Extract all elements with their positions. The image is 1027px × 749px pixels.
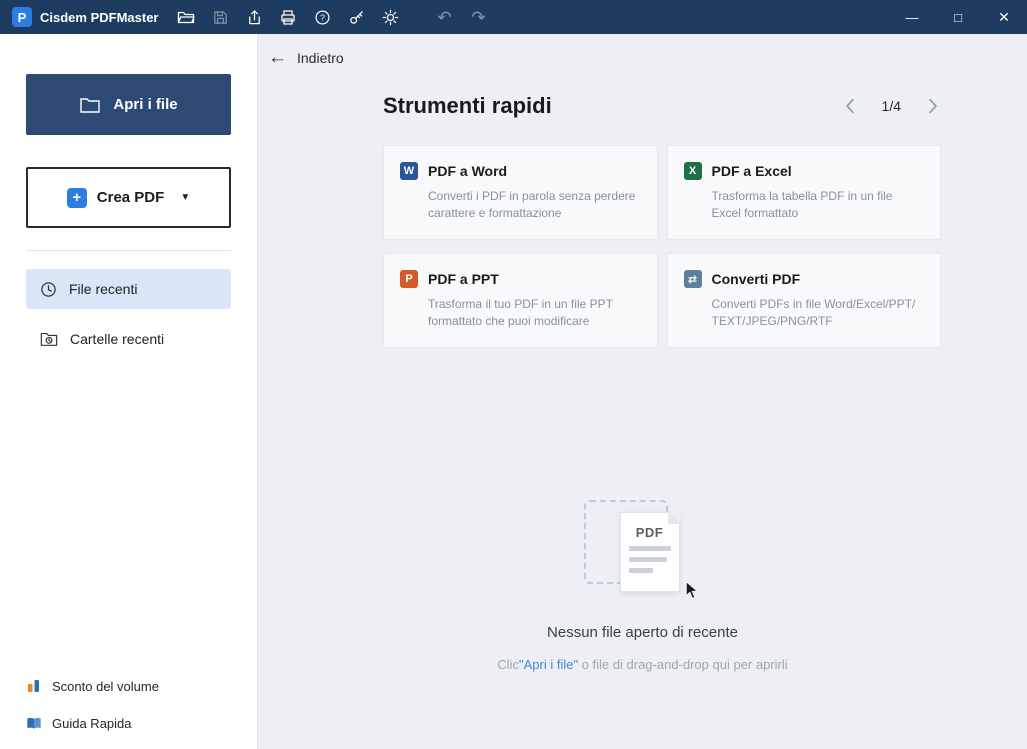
undo-icon[interactable]: ↶	[430, 3, 458, 31]
ppt-icon: P	[400, 270, 418, 288]
register-key-icon[interactable]	[342, 3, 370, 31]
empty-state-title: Nessun file aperto di recente	[547, 624, 738, 641]
card-title: PDF a Word	[428, 163, 507, 179]
window-controls: — □ ✕	[889, 0, 1027, 34]
folder-clock-icon	[40, 331, 58, 347]
back-button[interactable]: ← Indietro	[268, 48, 344, 67]
chevron-down-icon: ▼	[180, 192, 190, 203]
prev-page-button[interactable]	[842, 96, 858, 116]
page-fold	[668, 512, 680, 524]
open-files-label: Apri i file	[113, 96, 177, 113]
sidebar-item-label: File recenti	[69, 281, 137, 297]
subtitle-prefix: Clic	[497, 657, 519, 672]
pdf-document-icon: PDF	[620, 512, 680, 592]
open-file-icon[interactable]	[172, 3, 200, 31]
svg-text:?: ?	[320, 12, 325, 22]
settings-icon[interactable]	[376, 3, 404, 31]
open-files-inline-link[interactable]: "Apri i file"	[519, 657, 578, 672]
sidebar-item-recent-folders[interactable]: Cartelle recenti	[26, 319, 231, 359]
app-body: Apri i file + Crea PDF ▼ File recenti Ca…	[0, 34, 1027, 749]
sidebar: Apri i file + Crea PDF ▼ File recenti Ca…	[0, 34, 258, 749]
card-pdf-to-ppt[interactable]: P PDF a PPT Trasforma il tuo PDF in un f…	[383, 253, 658, 348]
close-button[interactable]: ✕	[981, 0, 1027, 34]
chevron-right-icon	[927, 98, 939, 114]
quick-guide-link[interactable]: Guida Rapida	[26, 716, 231, 731]
create-pdf-icon: +	[67, 188, 87, 208]
card-description: Trasforma il tuo PDF in un file PPT form…	[428, 296, 641, 331]
tool-cards: W PDF a Word Converti i PDF in parola se…	[383, 145, 941, 348]
chevron-left-icon	[844, 98, 856, 114]
app-logo-letter: P	[18, 10, 27, 25]
clock-icon	[40, 281, 57, 298]
create-pdf-button[interactable]: + Crea PDF ▼	[26, 167, 231, 228]
card-description: Converti i PDF in parola senza perdere c…	[428, 188, 641, 223]
empty-state-subtitle: Clic"Apri i file" o file di drag-and-dro…	[497, 657, 787, 672]
subtitle-suffix: o file di drag-and-drop qui per aprirli	[578, 657, 788, 672]
cursor-icon	[684, 582, 700, 600]
page-title: Strumenti rapidi	[383, 93, 552, 119]
app-title: Cisdem PDFMaster	[40, 10, 158, 25]
page-indicator: 1/4	[882, 98, 901, 114]
sidebar-footer: Sconto del volume Guida Rapida	[26, 678, 231, 731]
card-pdf-to-word[interactable]: W PDF a Word Converti i PDF in parola se…	[383, 145, 658, 240]
main-panel: ← Indietro Strumenti rapidi 1/4	[258, 34, 1027, 749]
card-description: Converti PDFs in file Word/Excel/PPT/ TE…	[712, 296, 925, 331]
volume-discount-icon	[26, 678, 42, 694]
card-title: Converti PDF	[712, 271, 801, 287]
volume-discount-link[interactable]: Sconto del volume	[26, 678, 231, 694]
help-icon[interactable]: ?	[308, 3, 336, 31]
pagination: 1/4	[842, 96, 941, 116]
app-logo: P	[12, 7, 32, 27]
text-line	[629, 568, 653, 573]
card-description: Trasforma la tabella PDF in un file Exce…	[712, 188, 925, 223]
card-title: PDF a Excel	[712, 163, 792, 179]
folder-icon	[79, 96, 101, 114]
redo-icon[interactable]: ↷	[464, 3, 492, 31]
back-arrow-icon: ←	[268, 48, 287, 67]
card-convert-pdf[interactable]: ⇄ Converti PDF Converti PDFs in file Wor…	[667, 253, 942, 348]
create-pdf-label: Crea PDF	[97, 189, 165, 206]
empty-state-illustration: PDF	[578, 498, 708, 598]
empty-state: PDF Nessun file aperto di recente Clic"A…	[258, 498, 1027, 672]
convert-icon: ⇄	[684, 270, 702, 288]
back-label: Indietro	[297, 50, 344, 66]
sidebar-item-recent-files[interactable]: File recenti	[26, 269, 231, 309]
save-icon[interactable]	[206, 3, 234, 31]
quick-tools-section: Strumenti rapidi 1/4 W	[383, 93, 941, 348]
quick-guide-label: Guida Rapida	[52, 716, 132, 731]
sidebar-item-label: Cartelle recenti	[70, 331, 164, 347]
next-page-button[interactable]	[925, 96, 941, 116]
word-icon: W	[400, 162, 418, 180]
card-pdf-to-excel[interactable]: X PDF a Excel Trasforma la tabella PDF i…	[667, 145, 942, 240]
text-line	[629, 557, 667, 562]
print-icon[interactable]	[274, 3, 302, 31]
open-files-button[interactable]: Apri i file	[26, 74, 231, 135]
sidebar-divider	[26, 250, 231, 251]
titlebar-toolbar: ? ↶ ↷	[172, 3, 492, 31]
card-title: PDF a PPT	[428, 271, 499, 287]
app-window: P Cisdem PDFMaster ?	[0, 0, 1027, 749]
minimize-button[interactable]: —	[889, 0, 935, 34]
book-icon	[26, 716, 42, 731]
pdf-label: PDF	[621, 525, 679, 540]
maximize-button[interactable]: □	[935, 0, 981, 34]
text-line	[629, 546, 671, 551]
volume-discount-label: Sconto del volume	[52, 679, 159, 694]
titlebar: P Cisdem PDFMaster ?	[0, 0, 1027, 34]
excel-icon: X	[684, 162, 702, 180]
share-icon[interactable]	[240, 3, 268, 31]
